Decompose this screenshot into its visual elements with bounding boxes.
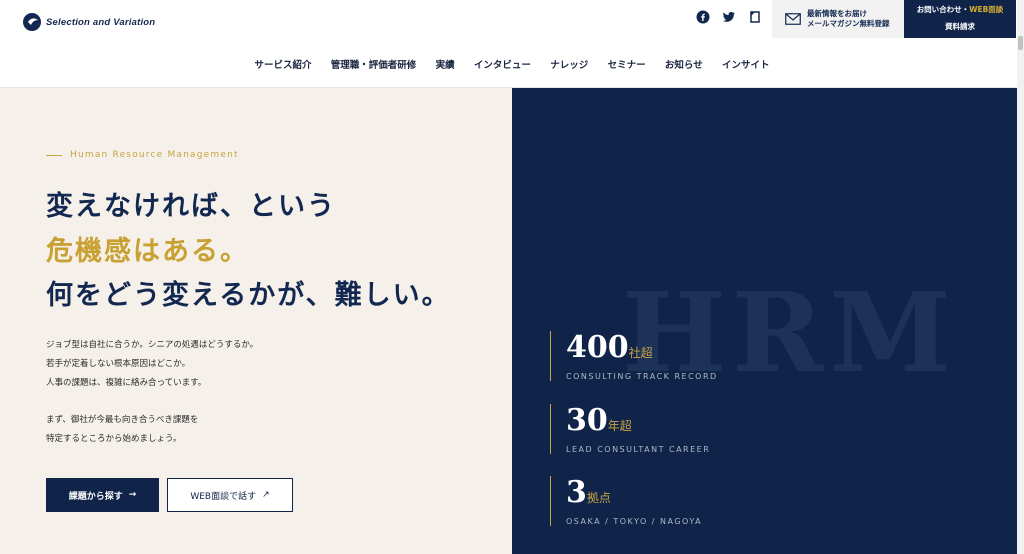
facebook-icon[interactable] [696, 9, 710, 24]
stat-value: 30 [566, 403, 608, 438]
stat-unit: 拠点 [586, 491, 611, 505]
stat-caption: CONSULTING TRACK RECORD [566, 372, 718, 381]
contact-button[interactable]: お問い合わせ・WEB面談 資料請求 [904, 0, 1016, 38]
social-links [696, 9, 762, 24]
nav-item-training[interactable]: 管理職・評価者研修 [331, 57, 417, 71]
scrollbar-thumb[interactable] [1018, 36, 1023, 50]
stat-value-line: 3拠点 [566, 476, 702, 515]
eyebrow-line [46, 154, 62, 156]
external-link-icon: ↗ [262, 490, 270, 500]
hero-eyebrow: Human Resource Management [46, 150, 239, 160]
stat-value-line: 30年超 [566, 404, 710, 443]
nav-item-interview[interactable]: インタビュー [474, 57, 531, 71]
find-by-issue-label: 課題から探す [68, 491, 123, 502]
nav-item-insight[interactable]: インサイト [722, 57, 770, 71]
nav-item-seminar[interactable]: セミナー [608, 57, 646, 71]
newsletter-line1: 最新情報をお届け [807, 9, 867, 18]
web-meeting-button[interactable]: WEB面談で話す ↗ [167, 478, 293, 512]
eyebrow-text: Human Resource Management [70, 150, 239, 160]
hero-headline-line2: 危機感はある。 [46, 236, 249, 267]
body-line: 人事の課題は、複雑に絡み合っています。 [46, 378, 207, 388]
nav-item-knowledge[interactable]: ナレッジ [550, 57, 588, 71]
contact-line2: 資料請求 [945, 22, 975, 31]
hero-body-paragraph-1: ジョブ型は自社に合うか。シニアの処遇はどうするか。 若手が定着しない根本原因はど… [46, 336, 258, 393]
nav-item-news[interactable]: お知らせ [665, 57, 703, 71]
contact-prefix: お問い合わせ・ [916, 5, 970, 14]
hero-body-paragraph-2: まず、御社が今最も向き合うべき課題を 特定するところから始めましょう。 [46, 411, 198, 449]
stat-unit: 年超 [607, 419, 632, 433]
stat-caption: LEAD CONSULTANT CAREER [566, 445, 711, 454]
hero-headline-line1: 変えなければ、という [46, 191, 336, 222]
hero-headline-line3: 何をどう変えるかが、難しい。 [46, 280, 451, 311]
stat-value: 400 [566, 330, 629, 365]
logo-mark-icon [23, 13, 41, 31]
newsletter-line2: メールマガジン無料登録 [807, 19, 890, 28]
body-line: まず、御社が今最も向き合うべき課題を [46, 415, 199, 425]
newsletter-label: 最新情報をお届け メールマガジン無料登録 [807, 9, 890, 29]
web-meeting-label: WEB面談で話す [190, 491, 257, 502]
nav-item-results[interactable]: 実績 [436, 57, 455, 71]
stat-offices: 3拠点 OSAKA / TOKYO / NAGOYA [550, 476, 702, 526]
find-by-issue-button[interactable]: 課題から探す → [46, 478, 159, 512]
mail-icon [785, 13, 801, 25]
brand-name: Selection and Variation [46, 16, 156, 28]
stat-value-line: 400社超 [566, 331, 718, 370]
body-line: 特定するところから始めましょう。 [46, 434, 182, 444]
body-line: ジョブ型は自社に合うか。シニアの処遇はどうするか。 [46, 340, 259, 350]
brand-logo[interactable]: Selection and Variation [22, 12, 155, 32]
page-scrollbar[interactable] [1017, 0, 1024, 554]
nav-item-services[interactable]: サービス紹介 [254, 57, 311, 71]
twitter-icon[interactable] [722, 9, 736, 23]
stats-panel: HRM 400社超 CONSULTING TRACK RECORD 30年超 L… [512, 88, 1017, 554]
note-icon[interactable] [748, 9, 762, 23]
stat-caption: OSAKA / TOKYO / NAGOYA [566, 517, 703, 526]
contact-highlight: WEB面談 [969, 5, 1004, 14]
site-header: Selection and Variation 最新情報をお届け メールマガジン… [0, 0, 1024, 88]
contact-line1: お問い合わせ・WEB面談 [904, 5, 1016, 15]
stat-consultant-career: 30年超 LEAD CONSULTANT CAREER [550, 404, 710, 454]
stat-value: 3 [566, 475, 587, 510]
main-nav: サービス紹介 管理職・評価者研修 実績 インタビュー ナレッジ セミナー お知ら… [0, 57, 1024, 71]
arrow-right-icon: → [128, 490, 137, 500]
newsletter-signup-button[interactable]: 最新情報をお届け メールマガジン無料登録 [772, 0, 904, 38]
stat-track-record: 400社超 CONSULTING TRACK RECORD [550, 331, 718, 381]
stat-unit: 社超 [628, 346, 653, 360]
body-line: 若手が定着しない根本原因はどこか。 [46, 359, 191, 369]
